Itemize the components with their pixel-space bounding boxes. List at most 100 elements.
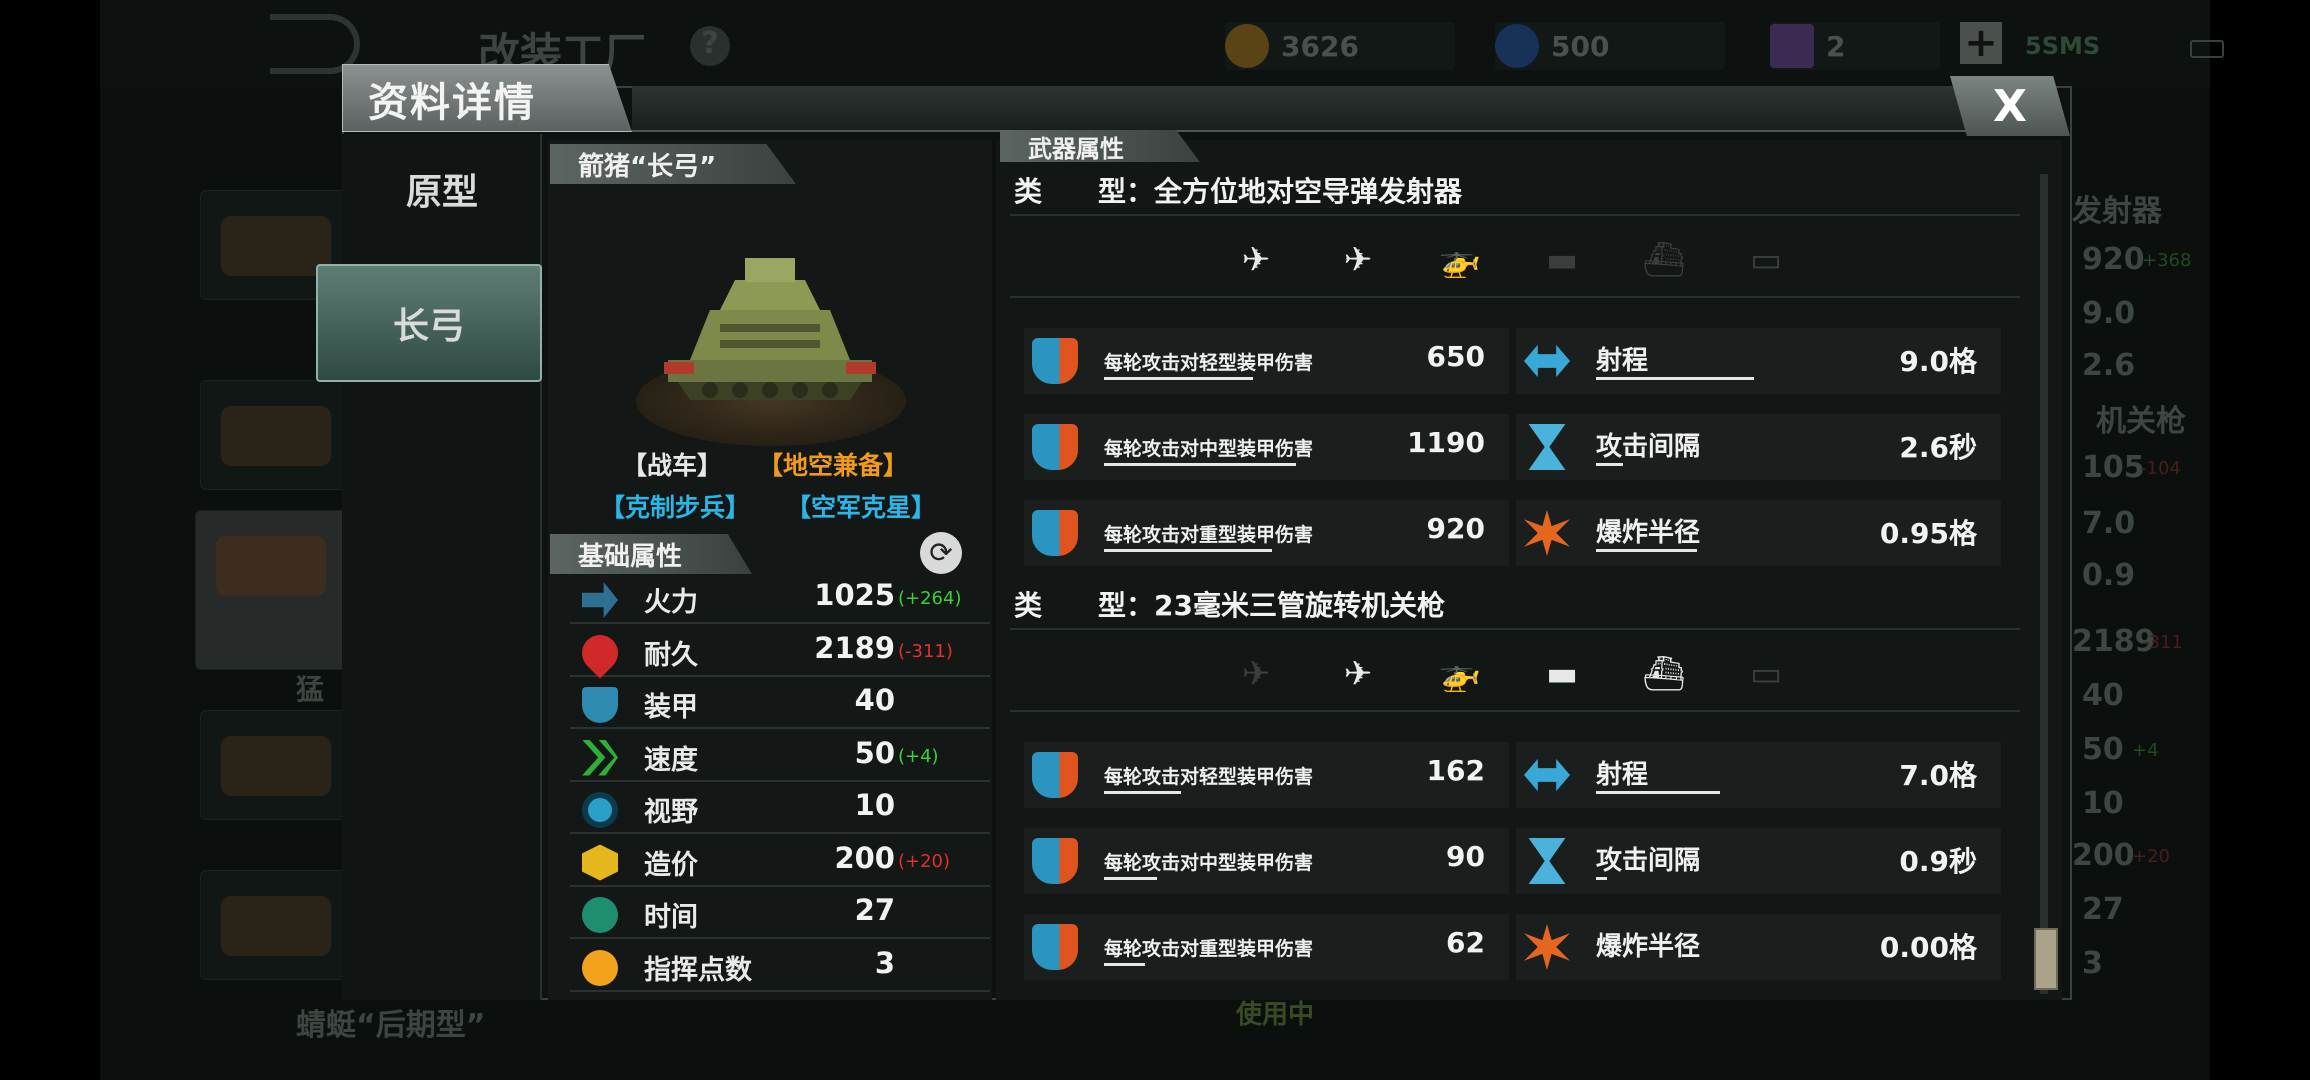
bg-list-label: 蜻蜓“后期型” (296, 1008, 486, 1043)
weapon-type: 类 型：全方位地对空导弹发射器 (1010, 170, 2020, 216)
weapon-stat: 爆炸半径 0.95格 (1516, 500, 2001, 566)
attribute-bonus: (+264) (898, 588, 962, 609)
weapon-stat: 每轮攻击对中型装甲伤害 90 (1024, 828, 1509, 894)
attribute-bonus: (+4) (898, 745, 939, 767)
weapon-stat: 每轮攻击对轻型装甲伤害 650 (1024, 328, 1509, 394)
attribute-row: 视野 10 (570, 784, 990, 834)
help-icon[interactable]: ? (690, 26, 730, 66)
stat-name: 每轮攻击对重型装甲伤害 (1104, 524, 1314, 546)
unit-name: 箭猪“长弓” (550, 144, 796, 184)
plane-icon: ✈ (1343, 654, 1373, 694)
tag-counter-infantry: 【克制步兵】 (600, 493, 751, 522)
stat-value: 920 (1426, 512, 1485, 545)
stat-value: 62 (1446, 926, 1485, 959)
attribute-name: 速度 (644, 744, 698, 776)
range-icon (1524, 758, 1570, 792)
attribute-name: 视野 (644, 797, 698, 828)
attribute-row: 耐久 2189 (-311) (570, 627, 990, 678)
ship-icon: ⛴ (1642, 240, 1686, 280)
armor-icon (582, 687, 618, 723)
firepower-icon (582, 582, 618, 618)
light-armor-icon (1032, 338, 1078, 384)
tab-prototype[interactable]: 原型 (342, 134, 542, 244)
stat-bar (1596, 549, 1697, 552)
basic-attributes-header: 基础属性 (550, 534, 752, 574)
stat-value: 0.95格 (1879, 517, 1977, 550)
stat-name: 射程 (1596, 760, 1649, 790)
stat-bar (1104, 963, 1145, 966)
range-icon (1524, 344, 1570, 378)
tank-image (664, 258, 876, 400)
clock-icon (582, 897, 618, 933)
stat-bar (1596, 463, 1623, 466)
background-right-column: 发射器 机关枪 920 +368 9.0 2.6 105 -104 7.0 0.… (2072, 194, 2192, 981)
attribute-name: 火力 (644, 587, 698, 618)
close-button[interactable]: X (1950, 76, 2070, 136)
attribute-name: 耐久 (644, 639, 698, 671)
tag-vehicle: 【战车】 (622, 451, 723, 480)
submarine-icon: ▭ (1749, 240, 1783, 280)
stat-value: 1190 (1407, 426, 1485, 459)
medium-armor-icon (1032, 424, 1078, 470)
attribute-value: 3 (874, 945, 895, 980)
attribute-name: 时间 (644, 902, 698, 933)
stat-value: 0.9秒 (1899, 845, 1977, 878)
stat-value: 90 (1446, 840, 1485, 873)
weapon-type-label: 类 型： (1014, 175, 1155, 208)
stat-name: 攻击间隔 (1596, 432, 1701, 462)
weapon-stat: 射程 7.0格 (1516, 742, 2001, 808)
gem-icon (1495, 24, 1539, 68)
refresh-icon[interactable]: ⟳ (920, 532, 962, 574)
attribute-value: 40 (854, 683, 895, 717)
weapon-type-label: 类 型： (1014, 589, 1155, 622)
gem-counter: 500 (1495, 22, 1725, 70)
attribute-row: 指挥点数 3 (570, 942, 990, 992)
explosion-icon (1524, 924, 1570, 970)
weapon-stat: 每轮攻击对中型装甲伤害 1190 (1024, 414, 1509, 480)
weapon-stat: 爆炸半径 0.00格 (1516, 914, 2001, 980)
stat-name: 爆炸半径 (1596, 932, 1701, 962)
stat-value: 0.00格 (1879, 931, 1977, 964)
medium-armor-icon (1032, 838, 1078, 884)
tank-icon: ▬ (1545, 654, 1579, 694)
tab-longbow[interactable]: 长弓 (316, 264, 542, 382)
command-star-icon (582, 949, 618, 986)
jet-icon: ✈ (1241, 654, 1271, 694)
add-button[interactable]: + (1960, 22, 2002, 64)
stat-bar (1104, 877, 1157, 880)
tag-ground-air: 【地空兼备】 (758, 451, 909, 480)
scrollbar[interactable] (2040, 174, 2048, 994)
stat-name: 每轮攻击对重型装甲伤害 (1104, 938, 1314, 960)
jet-icon: ✈ (1241, 240, 1271, 280)
heart-icon (574, 627, 626, 678)
weapon-stat: 攻击间隔 2.6秒 (1516, 414, 2001, 480)
battery-icon (2190, 40, 2224, 58)
bg-list-item: 猛 (296, 673, 325, 706)
stat-bar (1596, 791, 1720, 794)
stat-name: 攻击间隔 (1596, 846, 1701, 876)
heavy-armor-icon (1032, 924, 1078, 970)
stat-name: 每轮攻击对中型装甲伤害 (1104, 438, 1314, 460)
attribute-row: 装甲 40 (570, 679, 990, 729)
card-icon (1770, 24, 1814, 68)
attribute-value: 10 (854, 788, 895, 822)
weapon-type: 类 型：23毫米三管旋转机关枪 (1010, 584, 2020, 630)
weapon-stat: 射程 9.0格 (1516, 328, 2001, 394)
scrollbar-thumb[interactable] (2034, 928, 2058, 990)
helicopter-icon: 🚁 (1438, 654, 1482, 694)
stat-value: 650 (1426, 340, 1485, 373)
divider (1010, 296, 2020, 298)
speed-icon (582, 739, 618, 776)
card-counter: 2 (1770, 22, 1940, 70)
attribute-row: 火力 1025 (+264) (570, 574, 990, 624)
stat-name: 每轮攻击对中型装甲伤害 (1104, 852, 1314, 874)
eye-icon (582, 792, 618, 828)
weapon-stat: 每轮攻击对轻型装甲伤害 162 (1024, 742, 1509, 808)
attribute-value: 200 (834, 840, 895, 875)
explosion-icon (1524, 510, 1570, 556)
stat-bar (1104, 791, 1181, 794)
tag-air-killer: 【空军克星】 (786, 493, 937, 522)
attribute-bonus: (+20) (898, 850, 951, 872)
attribute-name: 指挥点数 (644, 954, 752, 986)
stat-name: 射程 (1596, 346, 1649, 376)
